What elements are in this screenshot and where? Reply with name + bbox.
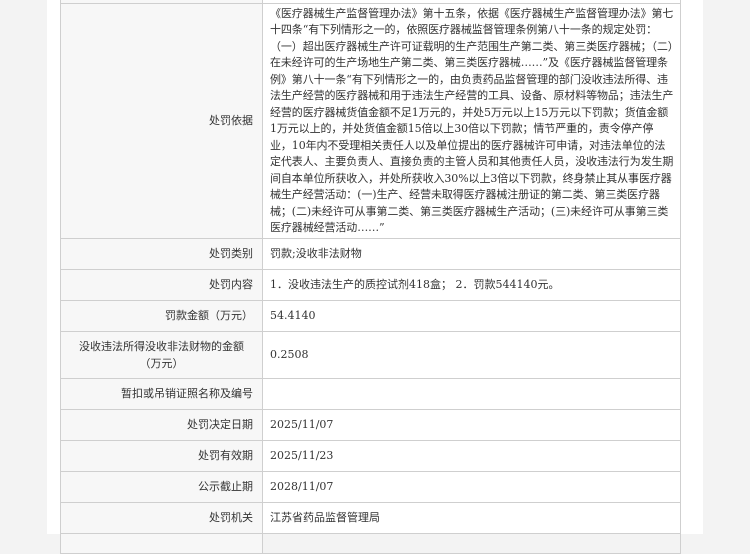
- row-value: [262, 533, 681, 554]
- row-value: 2025/11/07: [262, 409, 681, 441]
- row-value: [262, 378, 681, 410]
- table-row: 处罚有效期 2025/11/23: [60, 440, 681, 472]
- row-label: 处罚依据: [60, 3, 263, 239]
- row-value: 54.4140: [262, 300, 681, 332]
- row-value: 1．没收违法生产的质控试剂418盒； 2．罚款544140元。: [262, 269, 681, 301]
- table-row: 处罚机关 江苏省药品监督管理局: [60, 502, 681, 534]
- row-label: 处罚内容: [60, 269, 263, 301]
- table-row: 处罚内容 1．没收违法生产的质控试剂418盒； 2．罚款544140元。: [60, 269, 681, 301]
- penalty-record-table: 处罚依据 《医疗器械生产监督管理办法》第十五条，依据《医疗器械生产监督管理办法》…: [60, 0, 681, 554]
- row-value: 2028/11/07: [262, 471, 681, 503]
- row-label: 处罚机关: [60, 502, 263, 534]
- table-row: 公示截止期 2028/11/07: [60, 471, 681, 503]
- row-label: 处罚决定日期: [60, 409, 263, 441]
- table-row: 罚款金额（万元） 54.4140: [60, 300, 681, 332]
- table-row: 暂扣或吊销证照名称及编号: [60, 378, 681, 410]
- table-row: 处罚决定日期 2025/11/07: [60, 409, 681, 441]
- row-value: 《医疗器械生产监督管理办法》第十五条，依据《医疗器械生产监督管理办法》第七十四条…: [262, 3, 681, 239]
- row-value: 罚款;没收非法财物: [262, 238, 681, 270]
- row-label: 罚款金额（万元）: [60, 300, 263, 332]
- table-row: [60, 533, 681, 554]
- row-label: 处罚类别: [60, 238, 263, 270]
- table-row: 处罚依据 《医疗器械生产监督管理办法》第十五条，依据《医疗器械生产监督管理办法》…: [60, 3, 681, 239]
- table-row: 没收违法所得没收非法财物的金额（万元） 0.2508: [60, 331, 681, 379]
- row-label: 处罚有效期: [60, 440, 263, 472]
- row-label: 没收违法所得没收非法财物的金额（万元）: [60, 331, 263, 379]
- row-value: 2025/11/23: [262, 440, 681, 472]
- record-sheet: 处罚依据 《医疗器械生产监督管理办法》第十五条，依据《医疗器械生产监督管理办法》…: [47, 0, 703, 554]
- row-value: 0.2508: [262, 331, 681, 379]
- table-row: 处罚类别 罚款;没收非法财物: [60, 238, 681, 270]
- row-label: 暂扣或吊销证照名称及编号: [60, 378, 263, 410]
- row-label: 公示截止期: [60, 471, 263, 503]
- row-value: 江苏省药品监督管理局: [262, 502, 681, 534]
- row-label: [60, 533, 263, 554]
